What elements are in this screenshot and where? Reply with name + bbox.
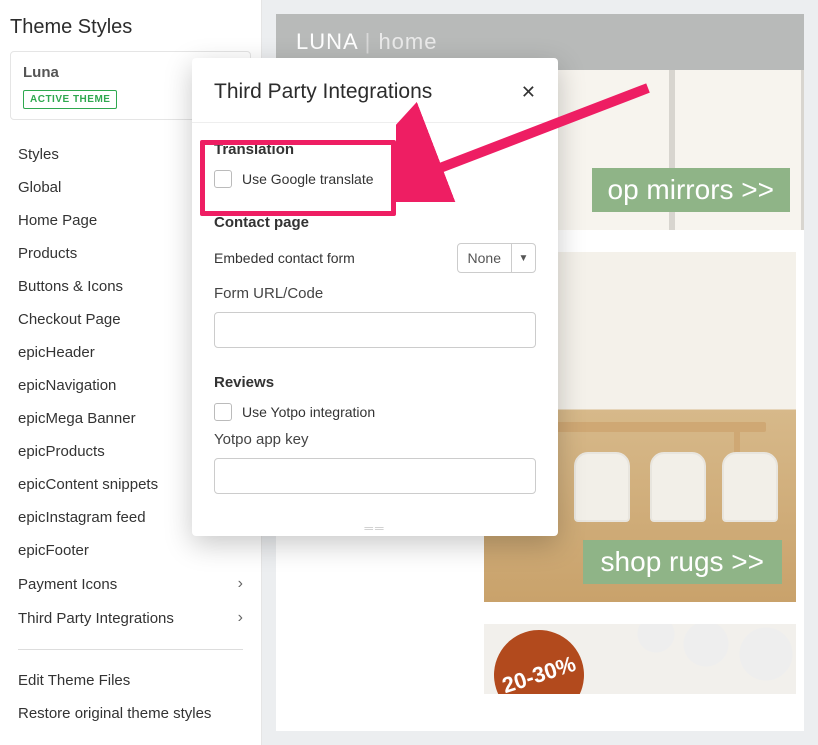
site-logo: LUNA | home (296, 29, 437, 55)
close-icon: ✕ (521, 82, 536, 102)
sidebar-footer-menu: Edit Theme Files Restore original theme s… (0, 660, 261, 734)
modal-body: Translation Use Google translate Contact… (192, 123, 558, 520)
section-translation-heading: Translation (214, 141, 536, 158)
chevron-right-icon: › (238, 575, 243, 593)
sidebar-item-label: epicProducts (18, 443, 105, 460)
tile-sale: 20-30% (484, 624, 796, 694)
google-translate-label: Use Google translate (242, 171, 374, 187)
sidebar-item-label: epicMega Banner (18, 410, 136, 427)
sidebar-item-label: Home Page (18, 212, 97, 229)
modal-close-button[interactable]: ✕ (521, 82, 536, 103)
section-reviews-heading: Reviews (214, 374, 536, 391)
sidebar-item-label: Third Party Integrations (18, 610, 174, 627)
sidebar-item-label: Styles (18, 146, 59, 163)
yotpo-appkey-label: Yotpo app key (214, 431, 536, 448)
sidebar-item-label: Payment Icons (18, 576, 117, 593)
sidebar-item-label: epicContent snippets (18, 476, 158, 493)
form-url-label: Form URL/Code (214, 285, 536, 302)
sidebar-item-label: Checkout Page (18, 311, 121, 328)
section-reviews: Reviews Use Yotpo integration Yotpo app … (214, 374, 536, 494)
yotpo-label: Use Yotpo integration (242, 404, 375, 420)
sidebar-item-payment-icons[interactable]: Payment Icons › (0, 567, 261, 601)
yotpo-option[interactable]: Use Yotpo integration (214, 403, 536, 421)
modal-header: Third Party Integrations ✕ (192, 58, 558, 123)
sidebar-item-epicfooter[interactable]: epicFooter (0, 534, 261, 567)
section-contact: Contact page Embeded contact form None ▼… (214, 214, 536, 348)
modal-title: Third Party Integrations (214, 80, 432, 104)
sidebar-divider (18, 649, 243, 650)
sidebar-item-third-party-integrations[interactable]: Third Party Integrations › (0, 601, 261, 635)
sidebar-item-label: epicFooter (18, 542, 89, 559)
tile-rugs-cta[interactable]: shop rugs >> (583, 540, 782, 584)
sale-badge: 20-30% (484, 624, 596, 694)
section-translation: Translation Use Google translate (214, 141, 536, 188)
sidebar-item-label: Edit Theme Files (18, 672, 130, 689)
sidebar-footer-item-edit-theme-files[interactable]: Edit Theme Files (0, 664, 261, 697)
google-translate-checkbox[interactable] (214, 170, 232, 188)
active-theme-badge: ACTIVE THEME (23, 90, 117, 109)
sidebar-item-label: Restore original theme styles (18, 705, 211, 722)
sidebar-item-label: epicNavigation (18, 377, 116, 394)
caret-down-icon: ▼ (511, 244, 535, 272)
form-url-input[interactable] (214, 312, 536, 348)
google-translate-option[interactable]: Use Google translate (214, 170, 536, 188)
sidebar-item-label: Products (18, 245, 77, 262)
third-party-integrations-modal: Third Party Integrations ✕ Translation U… (192, 58, 558, 536)
brand-text: LUNA (296, 29, 357, 54)
modal-resize-grip[interactable]: ══ (192, 520, 558, 536)
section-contact-heading: Contact page (214, 214, 536, 231)
sidebar-item-label: epicHeader (18, 344, 95, 361)
sidebar-item-label: Global (18, 179, 61, 196)
sidebar-item-label: Buttons & Icons (18, 278, 123, 295)
embed-contact-label: Embeded contact form (214, 250, 355, 266)
brand-divider: | (365, 29, 379, 54)
embed-contact-select[interactable]: None ▼ (457, 243, 536, 273)
embed-contact-row: Embeded contact form None ▼ (214, 243, 536, 273)
sidebar-title: Theme Styles (0, 10, 261, 51)
yotpo-checkbox[interactable] (214, 403, 232, 421)
embed-contact-value: None (458, 250, 511, 266)
banner-mirrors-cta[interactable]: op mirrors >> (592, 168, 791, 212)
sidebar-item-label: epicInstagram feed (18, 509, 146, 526)
brand-sub: home (378, 29, 437, 54)
sidebar-footer-item-restore-original-theme-styles[interactable]: Restore original theme styles (0, 697, 261, 730)
yotpo-appkey-input[interactable] (214, 458, 536, 494)
chevron-right-icon: › (238, 609, 243, 627)
